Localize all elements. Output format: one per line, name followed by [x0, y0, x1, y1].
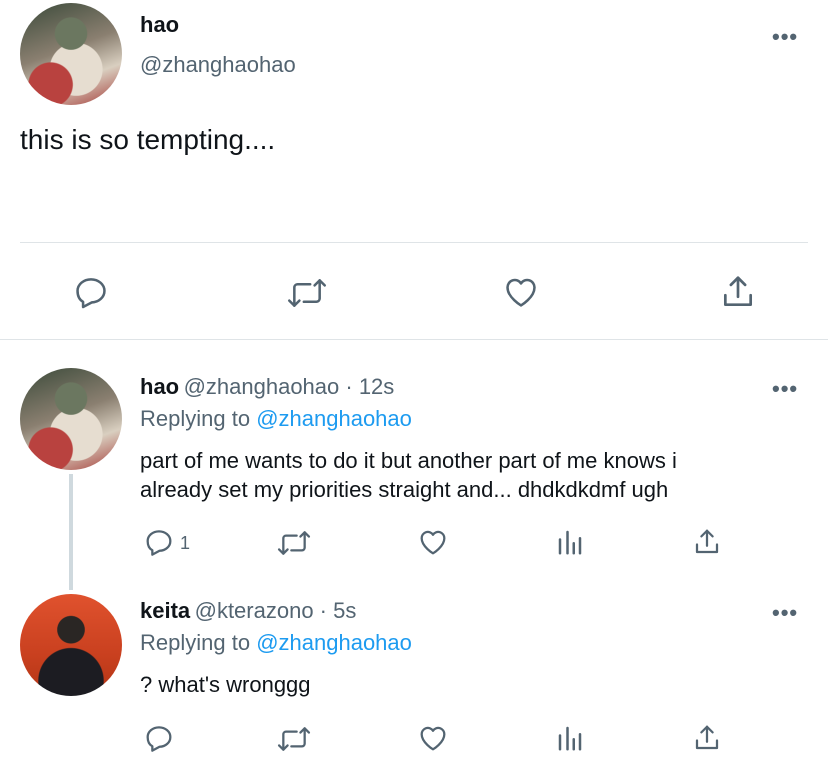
main-tweet-avatar[interactable]	[20, 3, 122, 105]
main-tweet-author-handle[interactable]: @zhanghaohao	[140, 52, 296, 78]
thread-line	[69, 474, 73, 590]
retweet-icon[interactable]	[276, 527, 312, 559]
share-icon[interactable]	[692, 526, 722, 558]
reply-count: 1	[180, 533, 191, 553]
like-icon[interactable]	[416, 722, 450, 754]
reply-avatar[interactable]	[20, 368, 122, 470]
divider	[20, 242, 808, 243]
reply-author-name[interactable]: keita	[140, 598, 190, 623]
main-tweet-author-name[interactable]: hao	[140, 12, 179, 38]
like-icon[interactable]	[416, 526, 450, 558]
share-icon[interactable]	[719, 272, 757, 312]
more-options-icon[interactable]: •••	[772, 600, 798, 626]
replying-to-label: Replying to	[140, 630, 251, 655]
replying-to-label: Replying to	[140, 406, 251, 431]
reply-header: hao @zhanghaohao · 12s	[140, 374, 394, 400]
retweet-icon[interactable]	[286, 274, 328, 312]
replying-to: Replying to @zhanghaohao	[140, 630, 412, 656]
analytics-icon[interactable]	[555, 527, 585, 557]
reply-avatar[interactable]	[20, 594, 122, 696]
like-icon[interactable]	[501, 273, 541, 311]
reply-header: keita @kterazono · 5s	[140, 598, 356, 624]
reply-icon[interactable]	[72, 273, 110, 311]
analytics-icon[interactable]	[555, 723, 585, 753]
section-divider	[0, 339, 828, 340]
retweet-icon[interactable]	[276, 723, 312, 755]
reply-author-name[interactable]: hao	[140, 374, 179, 399]
reply-author-handle-time[interactable]: @kterazono · 5s	[195, 598, 357, 623]
more-options-icon[interactable]: •••	[772, 376, 798, 402]
replying-to-handle-link[interactable]: @zhanghaohao	[256, 630, 412, 655]
reply-icon[interactable]	[143, 722, 175, 754]
reply-text-line-1: part of me wants to do it but another pa…	[140, 448, 677, 473]
more-options-icon[interactable]: •••	[772, 24, 798, 50]
main-tweet-text: this is so tempting....	[20, 124, 276, 155]
reply-text-line-2: already set my priorities straight and..…	[140, 477, 669, 502]
reply-text-line-1: ? what's wronggg	[140, 672, 311, 697]
share-icon[interactable]	[692, 722, 722, 754]
reply-author-handle-time[interactable]: @zhanghaohao · 12s	[184, 374, 395, 399]
reply-icon[interactable]	[143, 526, 175, 558]
replying-to-handle-link[interactable]: @zhanghaohao	[256, 406, 412, 431]
replying-to: Replying to @zhanghaohao	[140, 406, 412, 432]
